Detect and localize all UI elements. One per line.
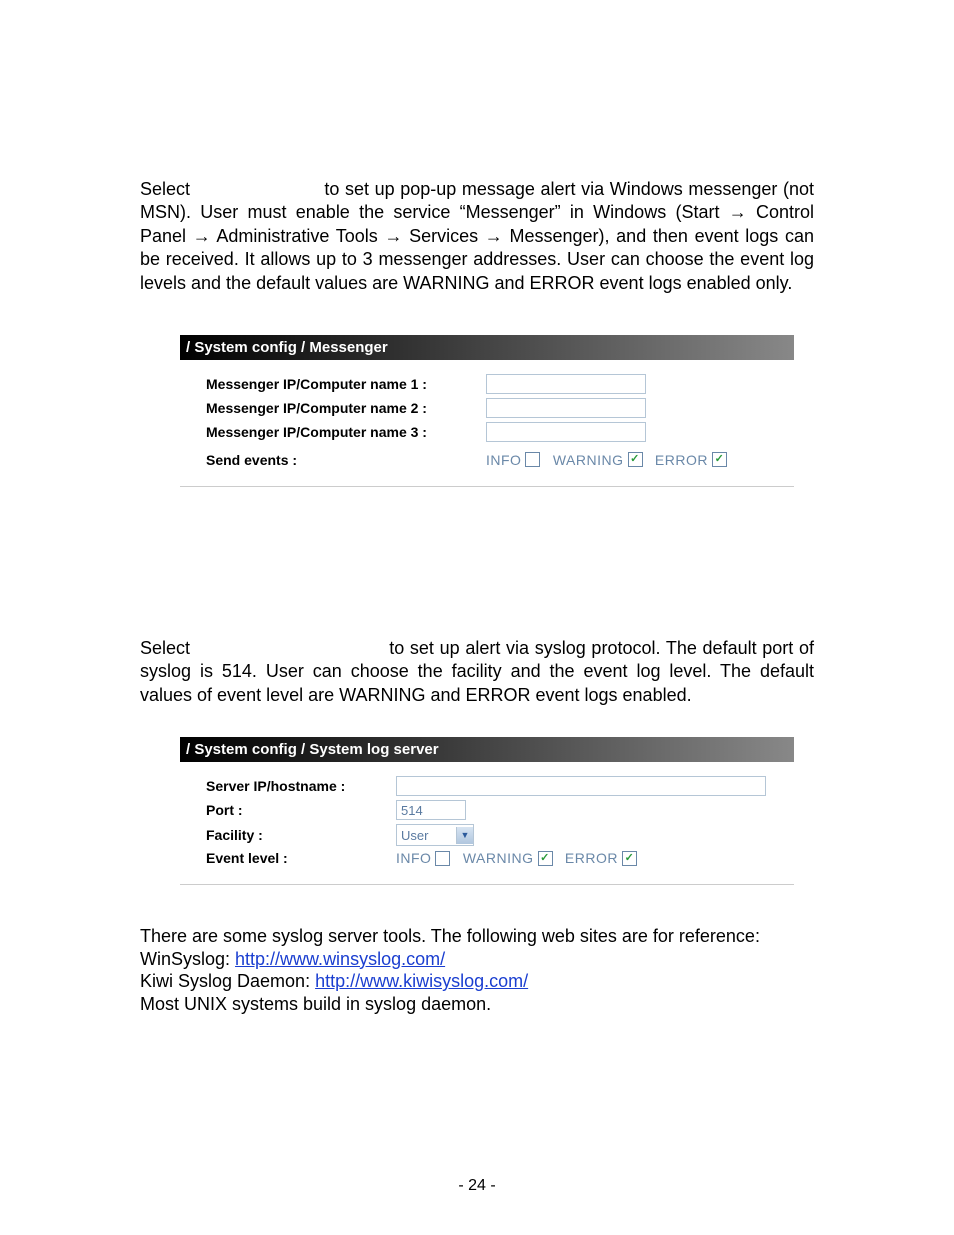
messenger-ip-1-input[interactable] xyxy=(486,374,646,394)
warning-label: WARNING xyxy=(553,452,624,468)
kiwi-prefix: Kiwi Syslog Daemon: xyxy=(140,971,315,991)
messenger-intro-text: to set up pop-up message alert via Windo… xyxy=(140,179,814,293)
kiwi-link[interactable]: http://www.kiwisyslog.com/ xyxy=(315,971,528,991)
messenger-intro-paragraph: Select to set up pop-up message alert vi… xyxy=(140,178,814,295)
select-word-2: Select xyxy=(140,638,190,658)
server-ip-input[interactable] xyxy=(396,776,766,796)
port-label: Port : xyxy=(206,802,396,818)
notes-line4: Most UNIX systems build in syslog daemon… xyxy=(140,993,814,1016)
syslog-intro-text: to set up alert via syslog protocol. The… xyxy=(140,638,814,705)
messenger-ip-3-label: Messenger IP/Computer name 3 : xyxy=(206,424,486,440)
syslog-info-checkbox[interactable] xyxy=(435,851,450,866)
winsyslog-prefix: WinSyslog: xyxy=(140,949,235,969)
facility-select[interactable]: User ▼ xyxy=(396,824,474,846)
notes-section: There are some syslog server tools. The … xyxy=(140,925,814,1015)
facility-value: User xyxy=(401,828,428,843)
messenger-event-checkboxes: INFO WARNING ✓ ERROR ✓ xyxy=(486,452,727,468)
syslog-error-label: ERROR xyxy=(565,850,618,866)
event-level-label: Event level : xyxy=(206,850,396,866)
syslog-warning-label: WARNING xyxy=(463,850,534,866)
info-label: INFO xyxy=(486,452,521,468)
port-input[interactable] xyxy=(396,800,466,820)
messenger-ip-1-label: Messenger IP/Computer name 1 : xyxy=(206,376,486,392)
messenger-panel-title: / System config / Messenger xyxy=(180,335,794,360)
syslog-info-label: INFO xyxy=(396,850,431,866)
winsyslog-link[interactable]: http://www.winsyslog.com/ xyxy=(235,949,445,969)
chevron-down-icon: ▼ xyxy=(456,827,473,844)
send-events-label: Send events : xyxy=(206,452,486,468)
messenger-ip-2-input[interactable] xyxy=(486,398,646,418)
messenger-ip-2-label: Messenger IP/Computer name 2 : xyxy=(206,400,486,416)
syslog-panel-title: / System config / System log server xyxy=(180,737,794,762)
select-word: Select xyxy=(140,179,190,199)
messenger-config-panel: / System config / Messenger Messenger IP… xyxy=(180,335,794,487)
info-checkbox[interactable] xyxy=(525,452,540,467)
syslog-error-checkbox[interactable]: ✓ xyxy=(622,851,637,866)
syslog-config-panel: / System config / System log server Serv… xyxy=(180,737,794,885)
notes-line1: There are some syslog server tools. The … xyxy=(140,925,814,948)
syslog-warning-checkbox[interactable]: ✓ xyxy=(538,851,553,866)
messenger-ip-3-input[interactable] xyxy=(486,422,646,442)
syslog-event-checkboxes: INFO WARNING ✓ ERROR ✓ xyxy=(396,850,637,866)
syslog-intro-paragraph: Select to set up alert via syslog protoc… xyxy=(140,637,814,707)
page-number: - 24 - xyxy=(0,1177,954,1195)
error-label: ERROR xyxy=(655,452,708,468)
server-ip-label: Server IP/hostname : xyxy=(206,778,396,794)
error-checkbox[interactable]: ✓ xyxy=(712,452,727,467)
warning-checkbox[interactable]: ✓ xyxy=(628,452,643,467)
facility-label: Facility : xyxy=(206,827,396,843)
